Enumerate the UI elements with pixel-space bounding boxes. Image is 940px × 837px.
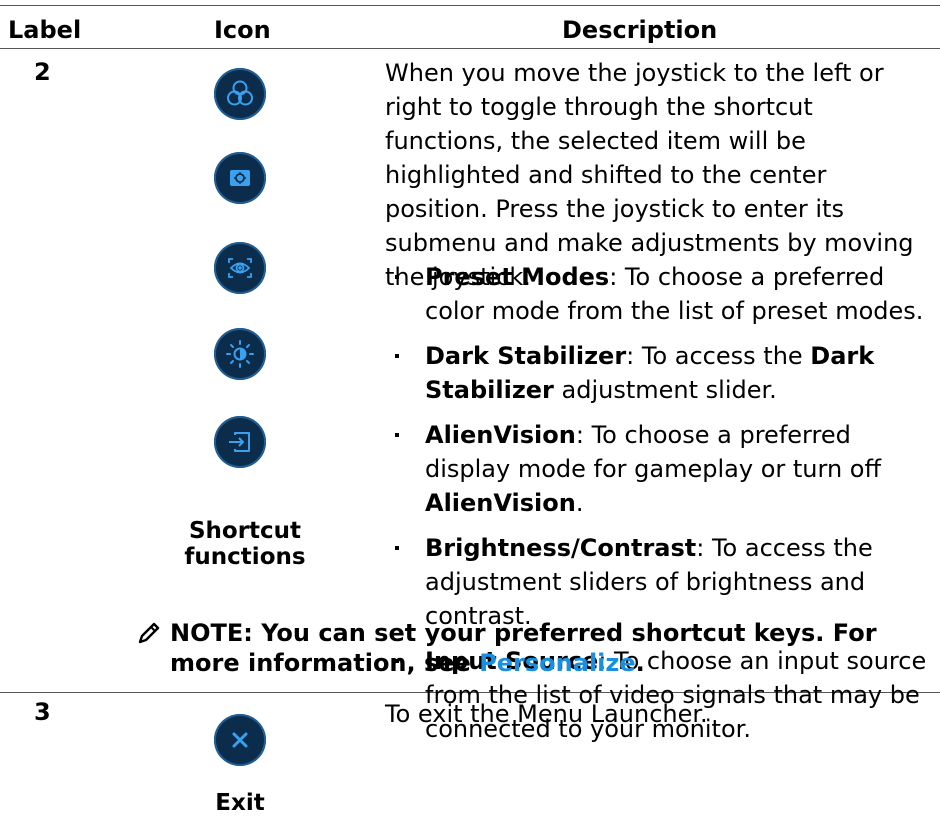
bullet-term: Preset Modes	[425, 263, 610, 291]
brightness-contrast-icon	[214, 328, 266, 380]
row-label: 3	[34, 698, 51, 726]
bullet-separator: /	[571, 534, 580, 562]
bullet-text: adjustment slider.	[553, 376, 777, 404]
preset-modes-icon	[214, 68, 266, 120]
exit-icon	[214, 714, 266, 766]
header-label: Label	[8, 16, 82, 44]
header-description: Description	[562, 16, 718, 44]
header-bottom-rule	[0, 48, 940, 49]
bullet-term: Dark Stabilizer	[425, 342, 627, 370]
icon-caption: Shortcut functions	[184, 518, 306, 570]
list-item: Dark Stabilizer: To access the Dark Stab…	[385, 339, 930, 407]
dark-stabilizer-icon	[214, 152, 266, 204]
note-box: NOTE: You can set your preferred shortcu…	[138, 618, 910, 678]
bullet-marker	[395, 546, 399, 550]
description-intro: When you move the joystick to the left o…	[385, 59, 914, 291]
bullet-term: AlienVision	[425, 421, 576, 449]
pencil-icon	[138, 622, 160, 644]
bullet-marker	[395, 275, 399, 279]
bullet-term: AlienVision	[425, 489, 576, 517]
note-end: .	[635, 649, 645, 677]
bullet-marker	[395, 354, 399, 358]
bullet-marker	[395, 433, 399, 437]
bullet-term: Brightness	[425, 534, 572, 562]
header-icon: Icon	[214, 16, 271, 44]
personalize-link[interactable]: Personalize	[479, 649, 635, 677]
bullet-text: : To access the	[626, 342, 811, 370]
alienvision-icon	[214, 242, 266, 294]
list-item: Preset Modes: To choose a preferred colo…	[385, 260, 930, 328]
description-text: To exit the Menu Launcher.	[385, 700, 708, 728]
list-item: AlienVision: To choose a preferred displ…	[385, 418, 930, 520]
bullet-term: Contrast	[579, 534, 697, 562]
input-source-icon	[214, 416, 266, 468]
table-top-rule	[0, 5, 940, 6]
bullet-text: .	[575, 489, 584, 517]
row-label: 2	[34, 58, 51, 86]
shortcut-list: Preset Modes: To choose a preferred colo…	[385, 260, 930, 757]
icon-caption: Exit	[215, 790, 265, 816]
